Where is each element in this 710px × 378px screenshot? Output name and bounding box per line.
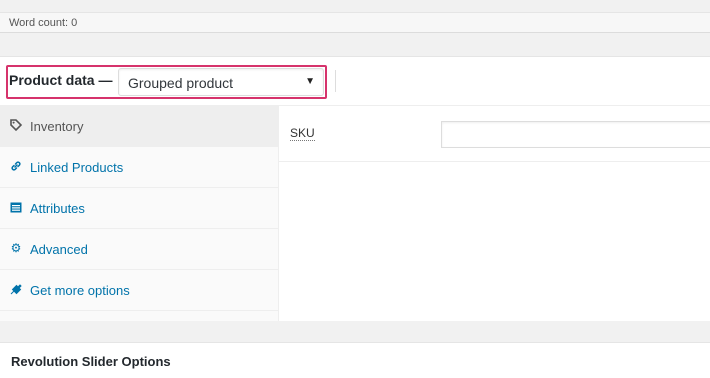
- list-table-icon: [9, 200, 23, 214]
- word-count-area: Word count: 0: [0, 0, 710, 35]
- inventory-panel: SKU: [279, 106, 710, 321]
- product-data-tabs: Inventory Linked Products Attributes ⚙ A…: [0, 106, 279, 321]
- plugin-icon: [9, 282, 23, 296]
- header-divider: [335, 70, 336, 92]
- word-count-bar: Word count: 0: [0, 12, 710, 33]
- revolution-slider-title: Revolution Slider Options: [11, 354, 171, 369]
- tab-label: Attributes: [30, 201, 85, 216]
- product-type-value: Grouped product: [128, 75, 234, 91]
- sku-row: SKU: [279, 106, 710, 162]
- product-data-title: Product data —: [9, 72, 113, 88]
- tab-get-more-options[interactable]: Get more options: [0, 270, 278, 311]
- sku-input[interactable]: [441, 121, 710, 148]
- tab-label: Linked Products: [30, 160, 124, 175]
- link-icon: [9, 159, 23, 173]
- product-data-header: Product data — Grouped product ▼: [0, 57, 710, 106]
- tab-linked-products[interactable]: Linked Products: [0, 147, 278, 188]
- sku-label: SKU: [290, 126, 315, 141]
- tab-advanced[interactable]: ⚙ Advanced: [0, 229, 278, 270]
- gear-icon: ⚙: [10, 241, 22, 255]
- chevron-down-icon: ▼: [305, 76, 315, 87]
- tab-attributes[interactable]: Attributes: [0, 188, 278, 229]
- product-type-select[interactable]: Grouped product ▼: [118, 68, 324, 96]
- revolution-slider-box: Revolution Slider Options: [0, 342, 710, 378]
- tab-inventory[interactable]: Inventory: [0, 106, 278, 147]
- tab-label: Advanced: [30, 242, 88, 257]
- word-count-text: Word count: 0: [9, 17, 78, 29]
- product-data-box: Product data — Grouped product ▼ Invento…: [0, 56, 710, 321]
- tab-label: Get more options: [30, 283, 130, 298]
- tab-label: Inventory: [30, 119, 84, 134]
- tag-icon: [9, 118, 23, 132]
